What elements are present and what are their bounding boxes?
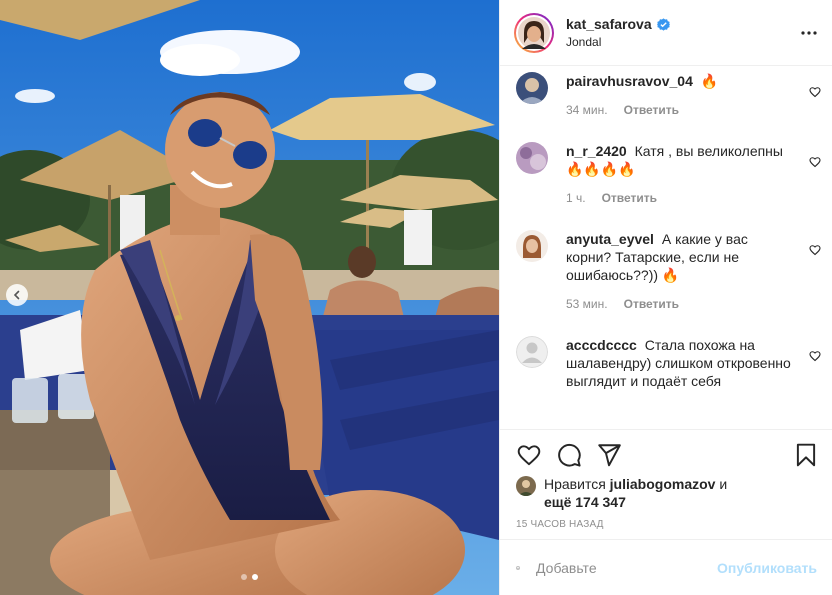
reply-button[interactable]: Ответить xyxy=(602,189,657,207)
carousel-dot-active xyxy=(252,574,258,580)
post-side-panel: kat_safarova Jondal pairavhusravov_04 🔥 … xyxy=(499,0,832,595)
commenter-avatar[interactable] xyxy=(516,142,548,174)
author-username[interactable]: kat_safarova xyxy=(566,16,652,32)
post-location[interactable]: Jondal xyxy=(566,35,670,49)
comment-username[interactable]: acccdcccc xyxy=(566,337,637,353)
post-header: kat_safarova Jondal xyxy=(500,0,832,66)
paper-plane-icon[interactable] xyxy=(596,442,622,468)
comment-time[interactable]: 34 мин. xyxy=(566,101,608,119)
like-heart-icon[interactable] xyxy=(516,442,542,468)
commenter-avatar[interactable] xyxy=(516,72,548,104)
comment-time[interactable]: 1 ч. xyxy=(566,189,586,207)
reply-button[interactable]: Ответить xyxy=(624,101,679,119)
chevron-left-icon xyxy=(13,290,20,300)
post-photo[interactable] xyxy=(0,0,499,595)
comment-username[interactable]: n_r_2420 xyxy=(566,143,627,159)
verified-badge-icon xyxy=(656,17,670,31)
comment-input[interactable] xyxy=(536,559,718,576)
bookmark-icon[interactable] xyxy=(793,442,819,468)
comment-bubble-icon[interactable] xyxy=(556,442,582,468)
beach-photo-illustration xyxy=(0,0,499,595)
commenter-avatar[interactable] xyxy=(516,230,548,262)
liker-avatar[interactable] xyxy=(516,476,536,496)
more-options-button[interactable] xyxy=(800,24,818,42)
more-horizontal-icon xyxy=(801,31,817,35)
comment-username[interactable]: pairavhusravov_04 xyxy=(566,73,693,89)
liker-username[interactable]: juliabogomazov xyxy=(610,476,716,492)
comment-like-heart-icon[interactable] xyxy=(809,244,821,256)
likes-conjunction: и xyxy=(715,476,728,492)
comment-text: 🔥 xyxy=(700,73,719,89)
publish-comment-button[interactable]: Опубликовать xyxy=(717,560,817,576)
comment-username[interactable]: anyuta_eyvel xyxy=(566,231,654,247)
comments-list[interactable]: pairavhusravov_04 🔥 34 мин. Ответить n_r… xyxy=(500,66,832,429)
comment-like-heart-icon[interactable] xyxy=(809,156,821,168)
add-comment-bar: Опубликовать xyxy=(500,539,832,595)
emoji-smile-icon[interactable] xyxy=(516,556,520,580)
author-avatar[interactable] xyxy=(514,12,554,53)
carousel-prev-button[interactable] xyxy=(6,284,28,306)
commenter-avatar[interactable] xyxy=(516,336,548,368)
carousel-dot xyxy=(241,574,247,580)
likes-summary[interactable]: Нравится juliabogomazov и ещё 174 347 xyxy=(516,475,727,511)
post-timestamp[interactable]: 15 часов назад xyxy=(516,519,604,530)
comment-like-heart-icon[interactable] xyxy=(809,350,821,362)
author-avatar-image xyxy=(518,16,550,49)
comment-like-heart-icon[interactable] xyxy=(809,86,821,98)
reply-button[interactable]: Ответить xyxy=(624,295,679,313)
likes-prefix: Нравится xyxy=(544,476,610,492)
comment-time[interactable]: 53 мин. xyxy=(566,295,608,313)
post-actions: Нравится juliabogomazov и ещё 174 347 15… xyxy=(500,429,832,539)
carousel-indicator xyxy=(0,574,499,580)
likes-count[interactable]: ещё 174 347 xyxy=(544,494,626,510)
